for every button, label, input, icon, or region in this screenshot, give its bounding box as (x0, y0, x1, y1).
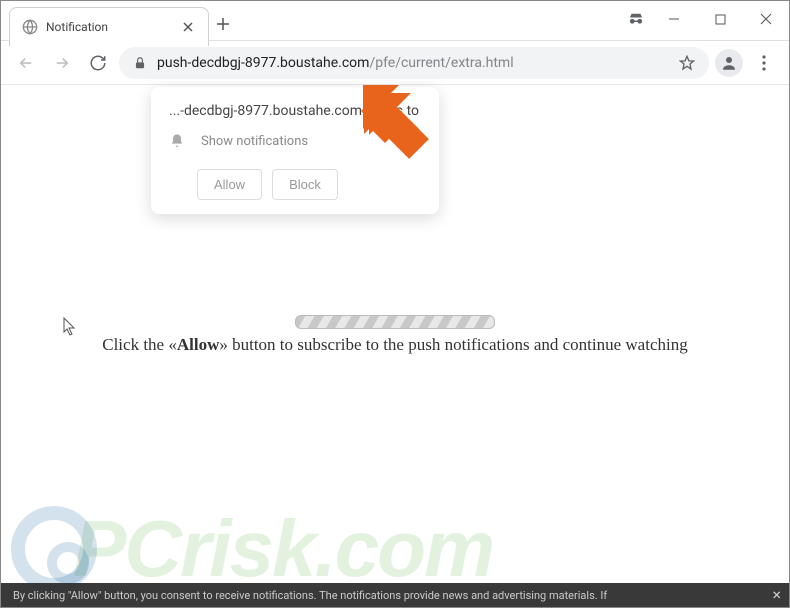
browser-tab[interactable]: Notification (9, 7, 209, 46)
address-bar[interactable]: push-decdbgj-8977.boustahe.com/pfe/curre… (119, 47, 709, 79)
window-controls (621, 1, 789, 37)
reload-button[interactable] (83, 48, 113, 78)
maximize-button[interactable] (697, 1, 743, 37)
close-tab-icon[interactable] (180, 19, 196, 35)
tab-title: Notification (46, 20, 172, 34)
incognito-icon (621, 10, 651, 28)
instruction-text: Click the «Allow» button to subscribe to… (1, 335, 789, 355)
consent-banner: By clicking "Allow" button, you consent … (1, 583, 789, 607)
forward-button[interactable] (47, 48, 77, 78)
bell-icon (169, 133, 185, 149)
back-button[interactable] (11, 48, 41, 78)
bookmark-star-icon[interactable] (679, 55, 695, 71)
cursor-icon (63, 317, 77, 337)
close-banner-icon[interactable]: × (772, 585, 781, 604)
minimize-button[interactable] (651, 1, 697, 37)
notification-permission-label: Show notifications (201, 134, 308, 149)
loading-bar (295, 315, 495, 329)
annotation-arrow-icon (353, 75, 437, 159)
instruction-suffix: » button to subscribe to the push notifi… (219, 335, 687, 354)
consent-text: By clicking "Allow" button, you consent … (13, 589, 607, 602)
browser-titlebar: Notification (1, 1, 789, 41)
browser-menu-button[interactable] (749, 55, 779, 71)
instruction-bold: Allow (177, 335, 220, 354)
notification-buttons: Allow Block (169, 169, 421, 200)
url-path: /pfe/current/extra.html (369, 55, 513, 71)
allow-button[interactable]: Allow (197, 169, 262, 200)
instruction-prefix: Click the « (102, 335, 177, 354)
new-tab-button[interactable] (209, 7, 237, 40)
lock-icon (133, 56, 147, 70)
url-host: push-decdbgj-8977.boustahe.com (157, 55, 369, 71)
globe-icon (22, 19, 38, 35)
url-text: push-decdbgj-8977.boustahe.com/pfe/curre… (157, 55, 669, 71)
close-window-button[interactable] (743, 1, 789, 37)
profile-avatar[interactable] (715, 49, 743, 77)
block-button[interactable]: Block (272, 169, 338, 200)
